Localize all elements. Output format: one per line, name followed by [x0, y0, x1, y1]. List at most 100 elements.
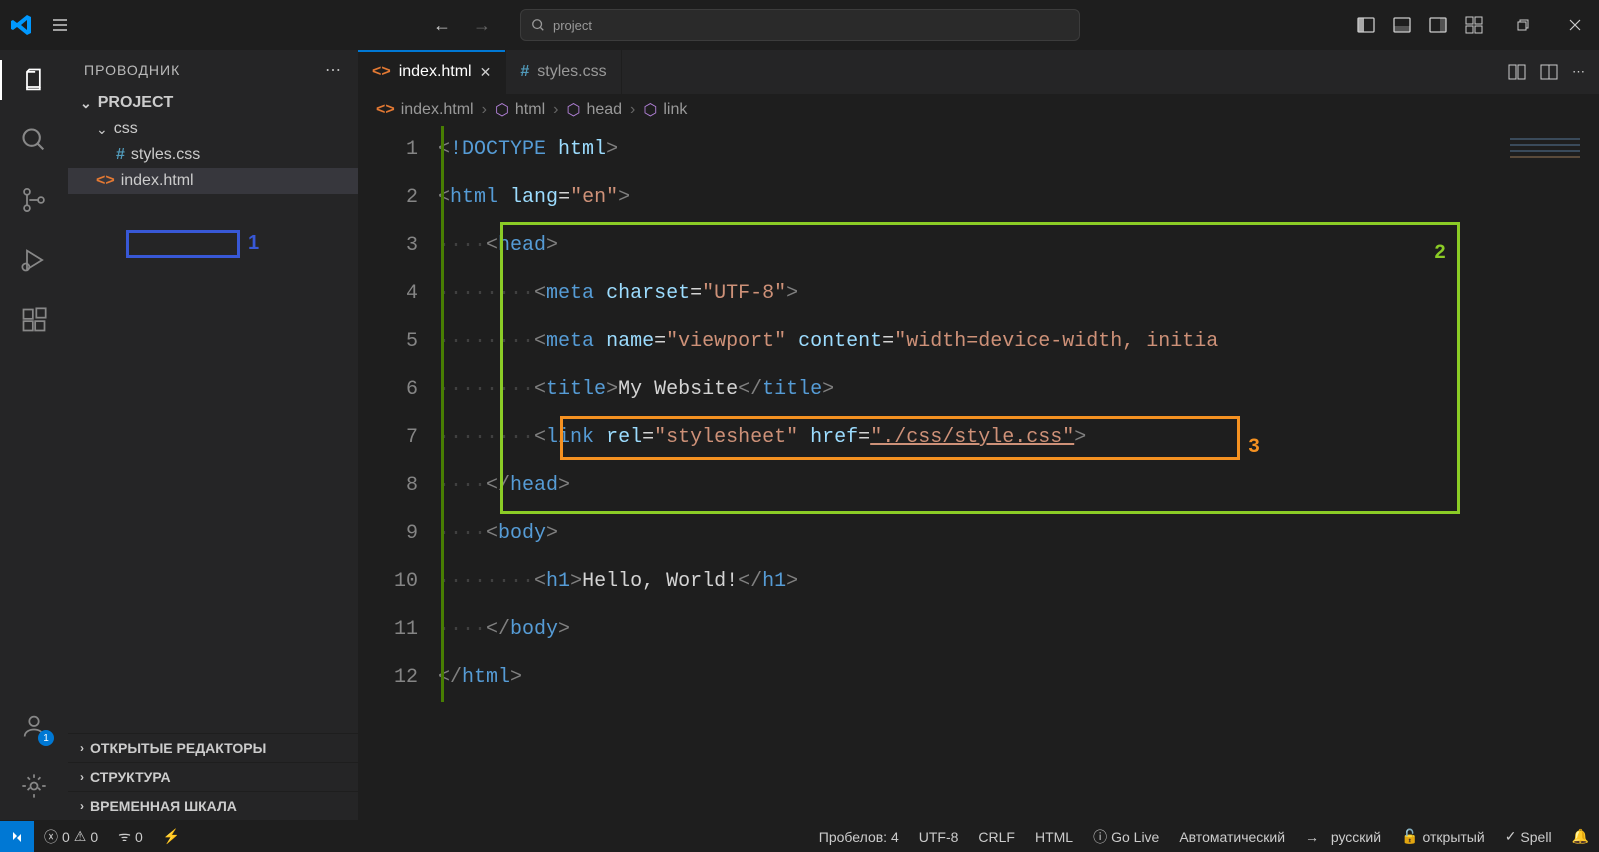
- code-line: ····<head>: [438, 222, 1499, 270]
- breadcrumb-sep: ›: [630, 101, 635, 119]
- language-mode[interactable]: HTML: [1025, 829, 1083, 845]
- tab-label: styles.css: [537, 63, 606, 81]
- symbol-icon: ⬡: [643, 100, 657, 120]
- statusbar: ⓧ0 ⚠0 ᯤ0 ⚡ Пробелов: 4 UTF-8 CRLF HTML ⓘ…: [0, 820, 1599, 852]
- settings-gear-icon[interactable]: [16, 768, 52, 804]
- minimap-content: [1510, 138, 1580, 178]
- symbol-icon: ⬡: [495, 100, 509, 120]
- html-file-icon: <>: [376, 101, 395, 119]
- code-line: ····</head>: [438, 462, 1499, 510]
- code-line: <html lang="en">: [438, 174, 1499, 222]
- window-restore-button[interactable]: [1507, 9, 1539, 41]
- hamburger-menu-icon[interactable]: [44, 9, 76, 41]
- chevron-down-icon: ⌄: [80, 95, 92, 112]
- lang-indicator[interactable]: → русский: [1295, 829, 1391, 845]
- errors-warnings[interactable]: ⓧ0 ⚠0: [34, 827, 108, 847]
- code-line: ········<h1>Hello, World!</h1>: [438, 558, 1499, 606]
- sidebar-bottom-panels: ›ОТКРЫТЫЕ РЕДАКТОРЫ ›СТРУКТУРА ›ВРЕМЕННА…: [68, 733, 358, 820]
- split-editor-icon[interactable]: [1540, 63, 1558, 81]
- breadcrumb-html[interactable]: ⬡html: [495, 100, 545, 120]
- extensions-icon[interactable]: [16, 302, 52, 338]
- nav-back-button[interactable]: ←: [424, 7, 460, 43]
- chevron-right-icon: ›: [80, 770, 84, 784]
- breadcrumb-file[interactable]: <>index.html: [376, 101, 474, 119]
- close-icon[interactable]: ✕: [480, 64, 492, 81]
- file-styles-row[interactable]: # styles.css: [68, 142, 358, 168]
- sidebar-more-icon[interactable]: ⋯: [325, 60, 342, 80]
- file-name: index.html: [121, 172, 194, 190]
- run-debug-icon[interactable]: [16, 242, 52, 278]
- code-editor[interactable]: 123456789101112 <!DOCTYPE html> <html la…: [358, 126, 1599, 820]
- source-control-icon[interactable]: [16, 182, 52, 218]
- compare-changes-icon[interactable]: [1508, 63, 1526, 81]
- chevron-right-icon: ›: [80, 741, 84, 755]
- editor-tabs: <> index.html ✕ # styles.css ⋯: [358, 50, 1599, 94]
- tab-index-html[interactable]: <> index.html ✕: [358, 50, 506, 94]
- accounts-badge: 1: [38, 730, 54, 746]
- command-center-search[interactable]: project: [520, 9, 1080, 41]
- breadcrumbs: <>index.html › ⬡html › ⬡head › ⬡link: [358, 94, 1599, 126]
- file-index-row[interactable]: <> index.html: [68, 168, 358, 194]
- code-line: ········<title>My Website</title>: [438, 366, 1499, 414]
- html-file-icon: <>: [372, 63, 391, 81]
- code-line: ········<meta name="viewport" content="w…: [438, 318, 1499, 366]
- breadcrumb-sep: ›: [482, 101, 487, 119]
- notifications-icon[interactable]: 🔔: [1562, 828, 1599, 845]
- prettier-button[interactable]: ⚡: [153, 828, 190, 845]
- breadcrumb-sep: ›: [553, 101, 558, 119]
- breadcrumb-link[interactable]: ⬡link: [643, 100, 687, 120]
- project-root-row[interactable]: ⌄PROJECT: [68, 90, 358, 116]
- folder-name: css: [114, 120, 138, 138]
- accounts-icon[interactable]: 1: [16, 708, 52, 744]
- folder-css-row[interactable]: ⌄ css: [68, 116, 358, 142]
- minimap[interactable]: [1499, 126, 1599, 820]
- go-live[interactable]: ⓘGo Live: [1083, 827, 1169, 847]
- encoding[interactable]: UTF-8: [909, 829, 969, 845]
- breadcrumb-head[interactable]: ⬡head: [566, 100, 622, 120]
- open-status[interactable]: 🔓открытый: [1391, 828, 1495, 845]
- code-content[interactable]: <!DOCTYPE html> <html lang="en"> ····<he…: [438, 126, 1499, 820]
- outline-panel[interactable]: ›СТРУКТУРА: [68, 762, 358, 791]
- error-icon: ⓧ: [44, 827, 58, 847]
- chevron-down-icon: ⌄: [96, 121, 108, 138]
- code-line: ········<link rel="stylesheet" href="./c…: [438, 414, 1499, 462]
- timeline-panel[interactable]: ›ВРЕМЕННАЯ ШКАЛА: [68, 791, 358, 820]
- css-file-icon: #: [520, 63, 529, 81]
- css-file-icon: #: [116, 146, 125, 164]
- remote-indicator[interactable]: [0, 821, 34, 852]
- spell[interactable]: ✓Spell: [1495, 828, 1562, 845]
- code-line: ····</body>: [438, 606, 1499, 654]
- broadcast-icon: ⓘ: [1093, 827, 1107, 847]
- sidebar-header: ПРОВОДНИК ⋯: [68, 50, 358, 90]
- file-tree: ⌄PROJECT ⌄ css # styles.css <> index.html: [68, 90, 358, 733]
- nav-forward-button[interactable]: →: [464, 7, 500, 43]
- unlock-icon: 🔓: [1401, 828, 1418, 845]
- more-actions-icon[interactable]: ⋯: [1572, 64, 1585, 80]
- chevron-right-icon: ›: [80, 799, 84, 813]
- open-editors-panel[interactable]: ›ОТКРЫТЫЕ РЕДАКТОРЫ: [68, 733, 358, 762]
- layout-panel-icon[interactable]: [1389, 12, 1415, 38]
- ports[interactable]: ᯤ0: [108, 827, 153, 846]
- file-name: styles.css: [131, 146, 200, 164]
- html-file-icon: <>: [96, 172, 115, 190]
- mode-auto[interactable]: Автоматический: [1169, 829, 1295, 845]
- customize-layout-icon[interactable]: [1461, 12, 1487, 38]
- check-icon: ✓: [1505, 828, 1517, 845]
- code-line: ········<meta charset="UTF-8">: [438, 270, 1499, 318]
- layout-secondary-sidebar-icon[interactable]: [1425, 12, 1451, 38]
- indentation[interactable]: Пробелов: 4: [809, 829, 909, 845]
- warning-icon: ⚠: [74, 828, 87, 845]
- titlebar: ← → project: [0, 0, 1599, 50]
- tab-styles-css[interactable]: # styles.css: [506, 50, 621, 94]
- line-gutter: 123456789101112: [358, 126, 438, 820]
- tab-label: index.html: [399, 63, 472, 81]
- activity-bar: 1: [0, 50, 68, 820]
- window-close-button[interactable]: [1559, 9, 1591, 41]
- code-line: </html>: [438, 654, 1499, 702]
- sidebar: ПРОВОДНИК ⋯ ⌄PROJECT ⌄ css # styles.css <>…: [68, 50, 358, 820]
- explorer-icon[interactable]: [16, 62, 52, 98]
- layout-primary-sidebar-icon[interactable]: [1353, 12, 1379, 38]
- eol[interactable]: CRLF: [968, 829, 1025, 845]
- search-icon[interactable]: [16, 122, 52, 158]
- lightning-icon: ⚡: [163, 828, 180, 845]
